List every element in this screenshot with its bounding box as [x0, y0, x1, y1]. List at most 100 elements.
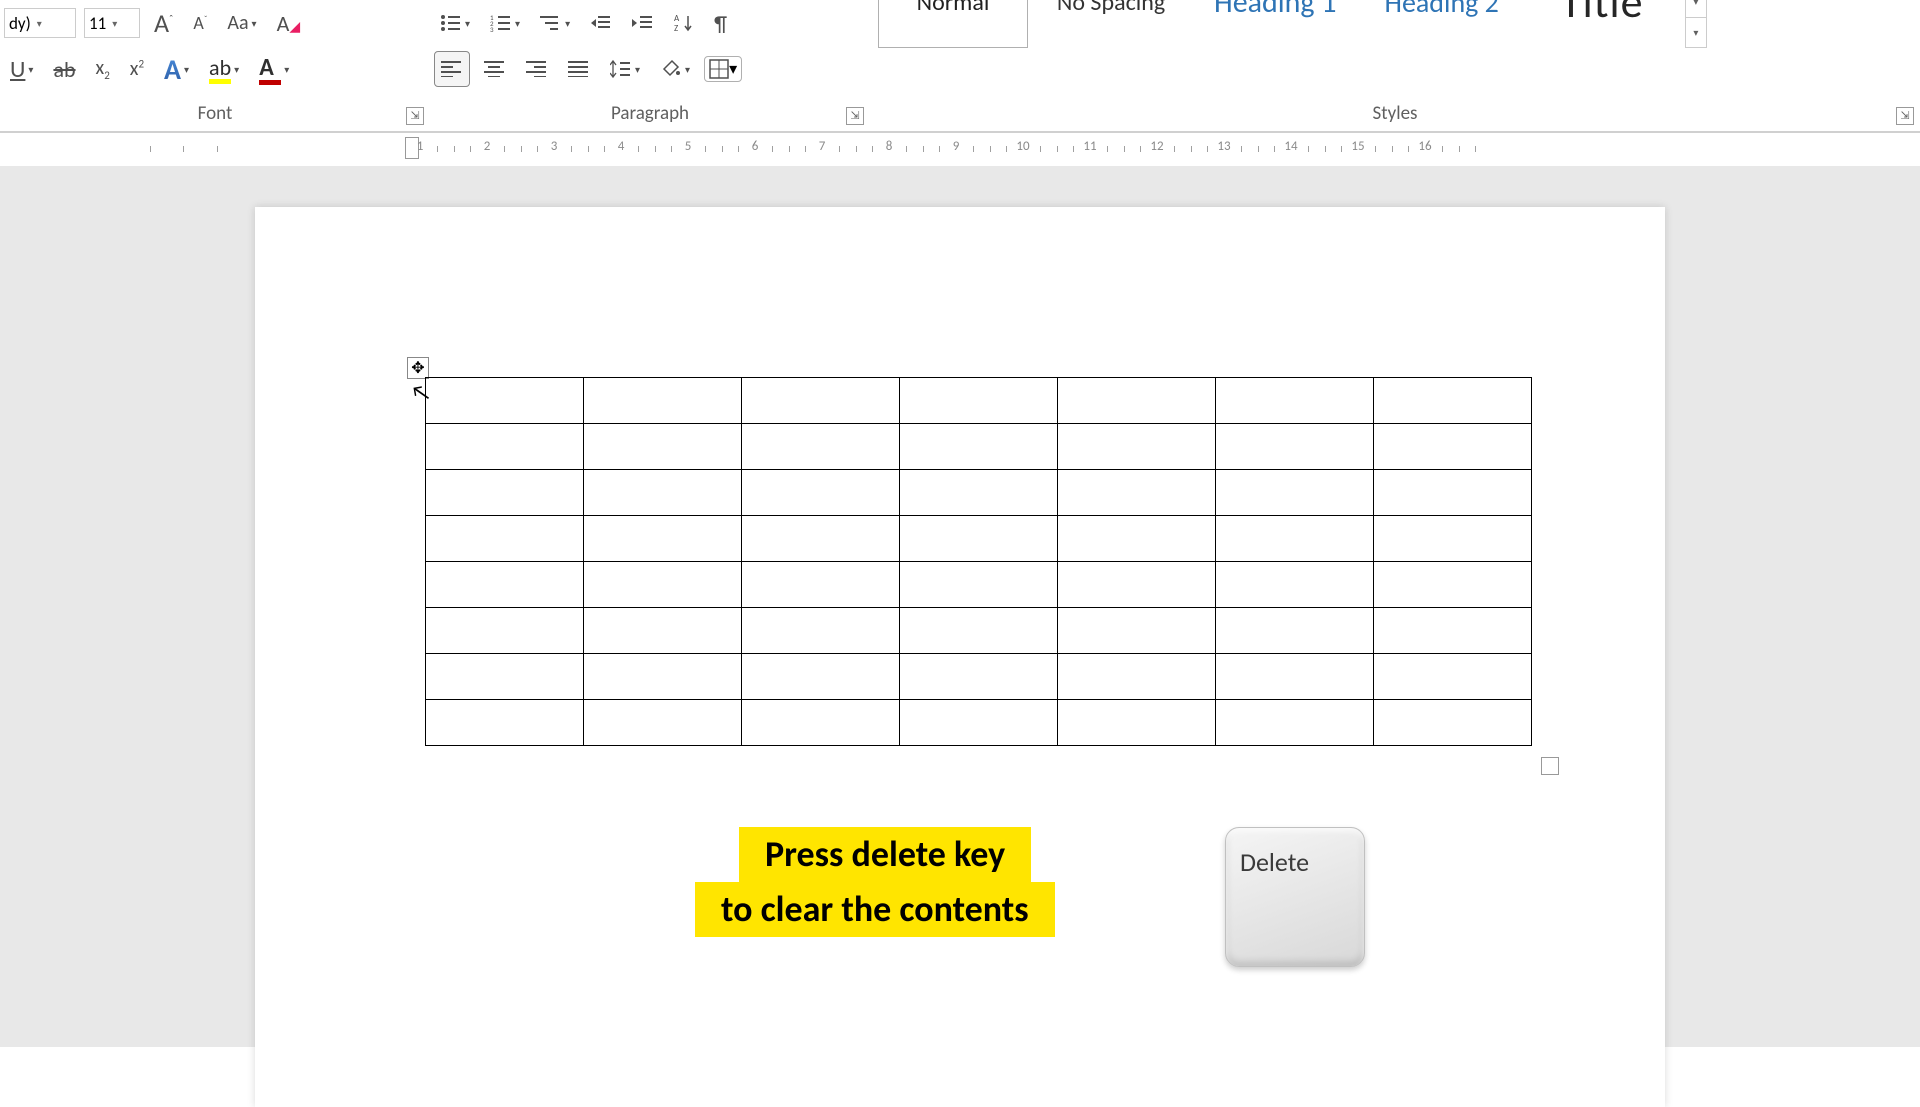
line-spacing-button[interactable]: ▾ — [604, 51, 646, 87]
table-cell[interactable] — [584, 378, 742, 424]
text-effects-button[interactable]: A▾ — [158, 51, 195, 87]
table-cell[interactable] — [1216, 470, 1374, 516]
table-cell[interactable] — [742, 608, 900, 654]
highlight-button[interactable]: ab▾ — [203, 51, 245, 87]
align-left-button[interactable] — [434, 51, 470, 87]
table-resize-handle[interactable] — [1541, 757, 1559, 775]
table-cell[interactable] — [900, 700, 1058, 746]
align-center-button[interactable] — [478, 51, 512, 87]
font-color-button[interactable]: A▾ — [253, 51, 295, 87]
subscript-button[interactable]: x2 — [90, 51, 116, 87]
bullets-button[interactable]: ▾ — [434, 5, 476, 41]
horizontal-ruler[interactable]: 12345678910111213141516 — [0, 133, 1920, 167]
increase-indent-button[interactable] — [626, 5, 660, 41]
style-no-spacing[interactable]: No Spacing — [1036, 0, 1186, 48]
style-heading2[interactable]: Heading 2 — [1365, 0, 1519, 48]
table-cell[interactable] — [1058, 608, 1216, 654]
table-cell[interactable] — [742, 700, 900, 746]
table-cell[interactable] — [742, 470, 900, 516]
table-cell[interactable] — [1374, 654, 1532, 700]
clear-formatting-button[interactable]: A◢ — [271, 5, 307, 41]
table-cell[interactable] — [426, 470, 584, 516]
table-cell[interactable] — [1216, 700, 1374, 746]
table-cell[interactable] — [742, 424, 900, 470]
multilevel-list-button[interactable]: ▾ — [534, 5, 576, 41]
table-cell[interactable] — [426, 654, 584, 700]
table-cell[interactable] — [1058, 378, 1216, 424]
table-row[interactable] — [426, 562, 1532, 608]
style-normal[interactable]: Normal — [878, 0, 1028, 48]
table-cell[interactable] — [1374, 608, 1532, 654]
table-cell[interactable] — [584, 424, 742, 470]
shading-button[interactable]: ▾ — [654, 51, 696, 87]
styles-scroll-down[interactable]: ▾ — [1686, 0, 1706, 18]
table-cell[interactable] — [900, 378, 1058, 424]
table-cell[interactable] — [1374, 470, 1532, 516]
table-row[interactable] — [426, 608, 1532, 654]
table-cell[interactable] — [1058, 654, 1216, 700]
borders-button[interactable]: ▾ — [704, 56, 742, 82]
table-cell[interactable] — [426, 608, 584, 654]
table-cell[interactable] — [1058, 562, 1216, 608]
change-case-button[interactable]: Aa▾ — [221, 5, 262, 41]
table-cell[interactable] — [426, 378, 584, 424]
table-row[interactable] — [426, 424, 1532, 470]
table-cell[interactable] — [426, 700, 584, 746]
paragraph-dialog-launcher[interactable]: ⇲ — [846, 107, 864, 125]
numbering-button[interactable]: 123 ▾ — [484, 5, 526, 41]
table-row[interactable] — [426, 654, 1532, 700]
font-name-dropdown[interactable]: dy) ▾ — [4, 8, 76, 38]
styles-scrollbar[interactable]: ▴ ▾ ▾ — [1685, 0, 1707, 48]
table-cell[interactable] — [584, 562, 742, 608]
table-cell[interactable] — [584, 516, 742, 562]
table-move-handle[interactable]: ✥ — [407, 357, 429, 379]
table-cell[interactable] — [900, 654, 1058, 700]
styles-expand[interactable]: ▾ — [1686, 18, 1706, 47]
decrease-indent-button[interactable] — [584, 5, 618, 41]
table-cell[interactable] — [1374, 424, 1532, 470]
table-cell[interactable] — [742, 654, 900, 700]
table-row[interactable] — [426, 700, 1532, 746]
sort-button[interactable]: AZ — [668, 5, 700, 41]
table-cell[interactable] — [1374, 562, 1532, 608]
justify-button[interactable] — [562, 51, 596, 87]
table-cell[interactable] — [900, 516, 1058, 562]
table-cell[interactable] — [900, 424, 1058, 470]
font-size-dropdown[interactable]: 11 ▾ — [84, 8, 140, 38]
table-cell[interactable] — [1216, 378, 1374, 424]
table-row[interactable] — [426, 378, 1532, 424]
shrink-font-button[interactable]: Aˇ — [187, 5, 213, 41]
table-cell[interactable] — [1374, 516, 1532, 562]
font-dialog-launcher[interactable]: ⇲ — [406, 107, 424, 125]
style-heading1[interactable]: Heading 1 — [1194, 0, 1357, 48]
grow-font-button[interactable]: Aˆ — [148, 5, 179, 41]
table-row[interactable] — [426, 516, 1532, 562]
table-cell[interactable] — [1216, 516, 1374, 562]
table-cell[interactable] — [426, 424, 584, 470]
table-cell[interactable] — [426, 516, 584, 562]
show-marks-button[interactable]: ¶ — [708, 5, 733, 41]
style-title[interactable]: Title — [1527, 0, 1677, 48]
table-cell[interactable] — [1058, 470, 1216, 516]
table-cell[interactable] — [584, 608, 742, 654]
document-table[interactable] — [425, 377, 1532, 746]
page[interactable]: ✥ ↖ Press delete key to clear the conten… — [255, 207, 1665, 1107]
table-cell[interactable] — [742, 516, 900, 562]
table-cell[interactable] — [1216, 424, 1374, 470]
underline-button[interactable]: U▾ — [4, 51, 39, 87]
align-right-button[interactable] — [520, 51, 554, 87]
table-cell[interactable] — [1374, 700, 1532, 746]
table-cell[interactable] — [1216, 608, 1374, 654]
table-cell[interactable] — [742, 562, 900, 608]
table-cell[interactable] — [1058, 700, 1216, 746]
table-cell[interactable] — [1058, 516, 1216, 562]
table-row[interactable] — [426, 470, 1532, 516]
table-cell[interactable] — [1216, 654, 1374, 700]
table-cell[interactable] — [1216, 562, 1374, 608]
table-cell[interactable] — [1374, 378, 1532, 424]
table-cell[interactable] — [584, 654, 742, 700]
table-cell[interactable] — [900, 470, 1058, 516]
table-cell[interactable] — [900, 562, 1058, 608]
table-cell[interactable] — [584, 470, 742, 516]
table-cell[interactable] — [1058, 424, 1216, 470]
